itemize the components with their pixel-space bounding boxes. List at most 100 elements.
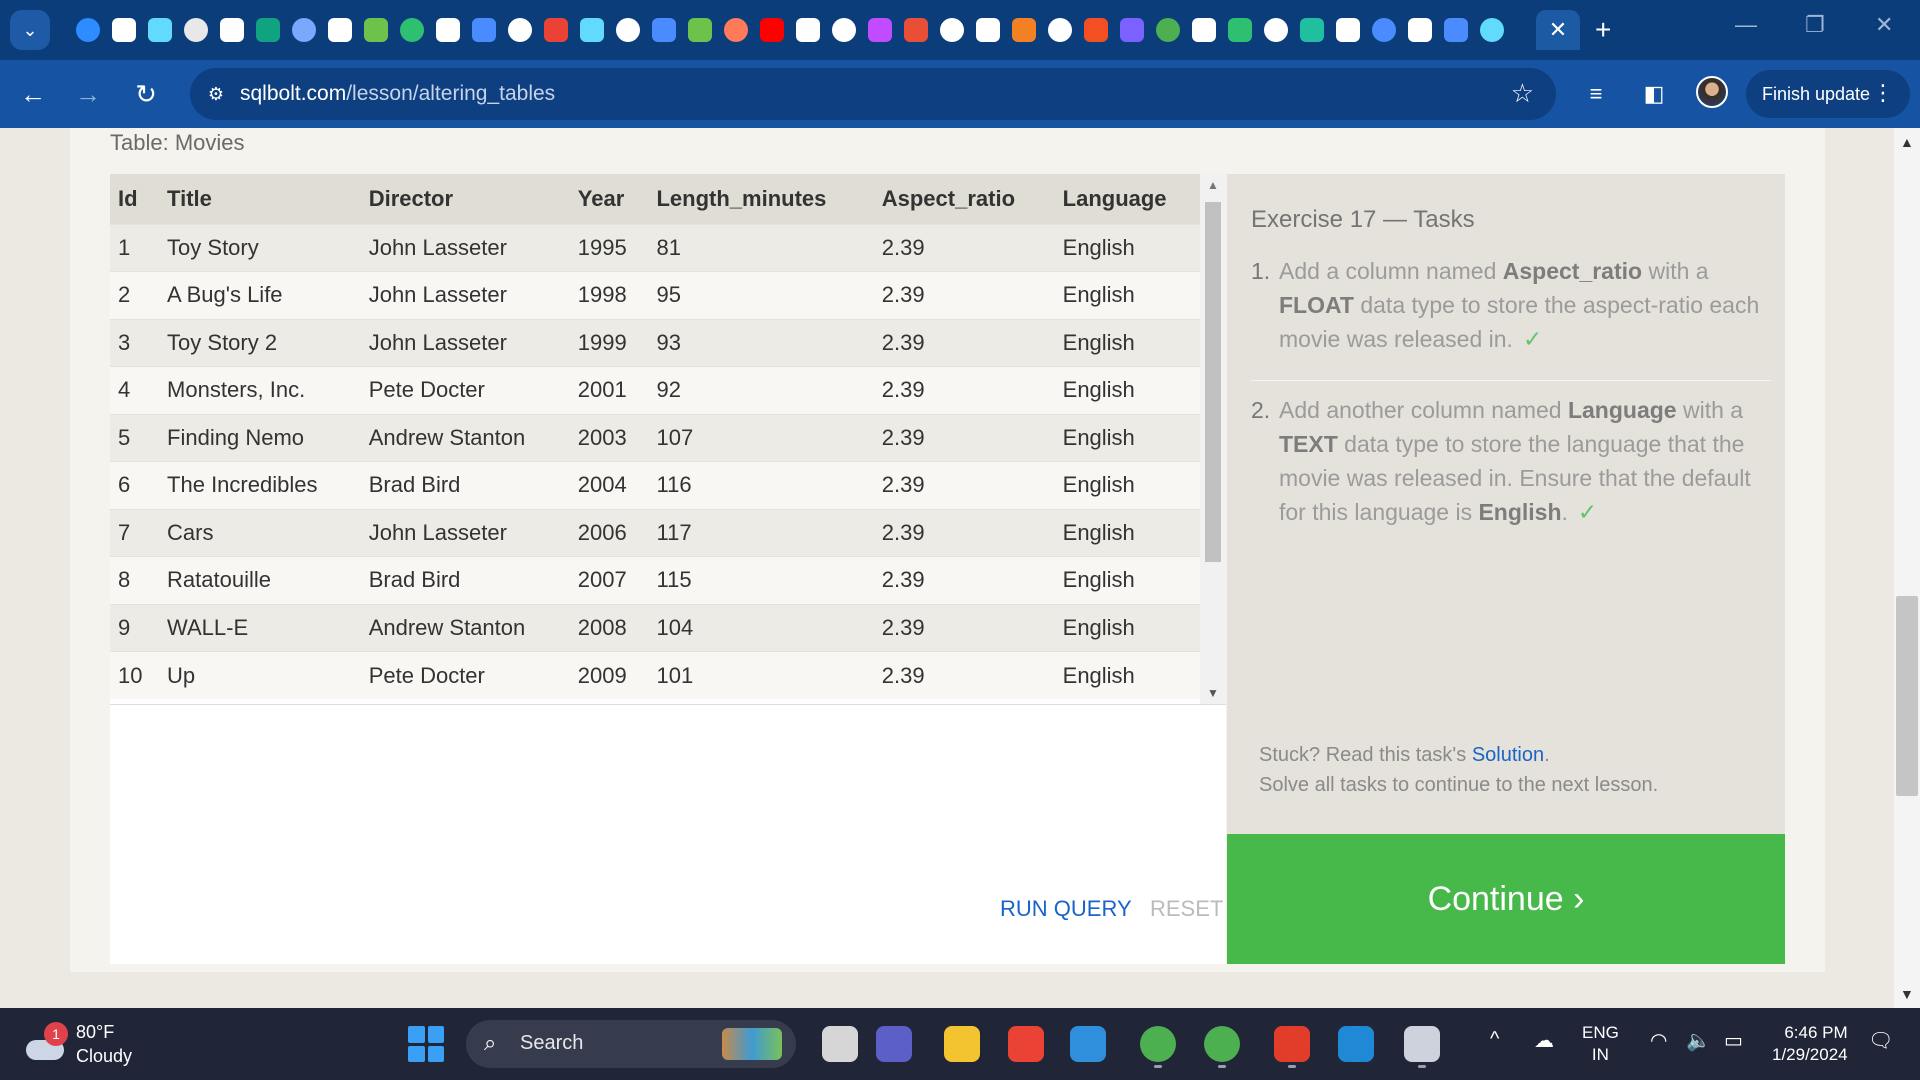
taskbar-app-icon[interactable] (1136, 1022, 1180, 1068)
results-table-container[interactable]: Id Title Director Year Length_minutes Aspect_… (110, 174, 1226, 704)
back-icon[interactable]: ← (13, 74, 53, 114)
tab-favicon-icon (1264, 18, 1288, 42)
bookmark-star-icon[interactable]: ☆ (1511, 78, 1534, 109)
active-tab-close-button[interactable]: ✕ (1536, 10, 1580, 50)
address-bar[interactable]: ⚙ sqlbolt.com/lesson/altering_tables ☆ (190, 68, 1556, 120)
pinned-tab[interactable] (250, 14, 286, 46)
pinned-tab[interactable] (934, 14, 970, 46)
taskbar-app-icon[interactable] (1200, 1022, 1244, 1068)
tab-search-button[interactable]: ⌄ (10, 10, 50, 50)
pinned-tab[interactable] (1474, 14, 1510, 46)
reset-button[interactable]: RESET (1150, 896, 1223, 922)
taskbar-app-icon[interactable] (1270, 1022, 1314, 1068)
pinned-tab[interactable] (1438, 14, 1474, 46)
forward-icon[interactable]: → (68, 74, 108, 114)
pinned-tab[interactable] (1402, 14, 1438, 46)
table-header-row: Id Title Director Year Length_minutes Aspect_… (110, 174, 1200, 224)
pinned-tab[interactable] (898, 14, 934, 46)
new-tab-button[interactable]: + (1595, 14, 1611, 46)
battery-icon[interactable]: ▭ (1724, 1028, 1743, 1053)
pinned-tab[interactable] (286, 14, 322, 46)
pinned-tab[interactable] (1258, 14, 1294, 46)
taskbar-app-icon[interactable] (1066, 1022, 1110, 1066)
pinned-tab[interactable] (538, 14, 574, 46)
pinned-tab[interactable] (430, 14, 466, 46)
site-settings-icon[interactable]: ⚙ (202, 80, 230, 108)
pinned-tab[interactable] (754, 14, 790, 46)
page-scrollbar-thumb[interactable] (1896, 596, 1918, 796)
pinned-tab[interactable] (106, 14, 142, 46)
table-scrollbar[interactable]: ▲ ▼ (1200, 174, 1226, 704)
pinned-tab[interactable] (214, 14, 250, 46)
weather-widget[interactable]: 1 80°F Cloudy (24, 1020, 132, 1068)
pinned-tab[interactable] (718, 14, 754, 46)
pinned-tab[interactable] (610, 14, 646, 46)
taskbar-app-icon[interactable] (940, 1022, 984, 1066)
pinned-tab[interactable] (394, 14, 430, 46)
page-scroll-up-icon[interactable]: ▲ (1900, 134, 1914, 150)
pinned-tab[interactable] (142, 14, 178, 46)
pinned-tab[interactable] (322, 14, 358, 46)
finish-update-button[interactable]: Finish update ⋮ (1746, 70, 1910, 118)
minimize-icon[interactable]: — (1735, 12, 1757, 38)
taskbar-search[interactable]: ⌕ Search (466, 1020, 796, 1068)
taskbar-app-icon[interactable] (1004, 1022, 1048, 1066)
pinned-tab[interactable] (1294, 14, 1330, 46)
windows-start-icon[interactable] (408, 1026, 444, 1062)
profile-avatar[interactable] (1696, 76, 1728, 108)
pinned-tab[interactable] (1042, 14, 1078, 46)
pinned-tab[interactable] (466, 14, 502, 46)
taskbar-app-icon[interactable] (1400, 1022, 1444, 1068)
scroll-up-arrow-icon[interactable]: ▲ (1207, 178, 1219, 192)
run-query-button[interactable]: RUN QUERY (1000, 896, 1132, 922)
pinned-tab[interactable] (178, 14, 214, 46)
table-cell: Up (159, 651, 361, 699)
pinned-tab[interactable] (1366, 14, 1402, 46)
page-scrollbar[interactable]: ▲ ▼ (1894, 128, 1920, 1008)
pinned-tab[interactable] (1006, 14, 1042, 46)
pinned-tab[interactable] (826, 14, 862, 46)
pinned-tab[interactable] (70, 14, 106, 46)
restore-icon[interactable]: ❐ (1805, 12, 1825, 38)
window-close-icon[interactable]: ✕ (1875, 12, 1893, 38)
reload-icon[interactable]: ↻ (126, 74, 166, 114)
tab-favicon-icon (328, 18, 352, 42)
pinned-tab[interactable] (1222, 14, 1258, 46)
reading-list-icon[interactable]: ≡ (1576, 74, 1616, 114)
pinned-tab[interactable] (1078, 14, 1114, 46)
pinned-tab[interactable] (358, 14, 394, 46)
clock[interactable]: 6:46 PM 1/29/2024 (1772, 1022, 1848, 1066)
pinned-tab[interactable] (862, 14, 898, 46)
taskbar-app-icon[interactable] (818, 1022, 862, 1066)
pinned-tab[interactable] (1330, 14, 1366, 46)
side-panel-icon[interactable]: ◧ (1634, 74, 1674, 114)
checkmark-icon: ✓ (1577, 499, 1598, 525)
wifi-icon[interactable]: ◠ (1650, 1028, 1667, 1053)
scroll-down-arrow-icon[interactable]: ▼ (1207, 686, 1219, 700)
show-hidden-icons-icon[interactable]: ^ (1490, 1028, 1499, 1051)
onedrive-icon[interactable]: ☁ (1534, 1028, 1554, 1053)
page-viewport: Table: Movies Id Title Director Year Length_… (0, 128, 1920, 1008)
app-glyph-icon (1070, 1026, 1106, 1062)
page-scroll-down-icon[interactable]: ▼ (1900, 986, 1914, 1002)
pinned-tab[interactable] (1150, 14, 1186, 46)
language-indicator[interactable]: ENG IN (1582, 1022, 1619, 1066)
pinned-tab[interactable] (646, 14, 682, 46)
pinned-tab[interactable] (574, 14, 610, 46)
continue-button[interactable]: Continue › (1227, 834, 1785, 964)
pinned-tab[interactable] (502, 14, 538, 46)
table-scrollbar-thumb[interactable] (1205, 202, 1221, 562)
task-number: 2. (1251, 397, 1271, 423)
pinned-tab[interactable] (790, 14, 826, 46)
notifications-icon[interactable]: 🗨 (1868, 1028, 1893, 1053)
pinned-tab[interactable] (970, 14, 1006, 46)
url-text[interactable]: sqlbolt.com/lesson/altering_tables (240, 82, 555, 106)
volume-icon[interactable]: 🔈 (1686, 1028, 1711, 1053)
pinned-tab[interactable] (1114, 14, 1150, 46)
taskbar-app-icon[interactable] (1334, 1022, 1378, 1066)
taskbar-app-icon[interactable] (872, 1022, 916, 1066)
solution-link[interactable]: Solution (1472, 744, 1544, 766)
query-editor[interactable] (110, 704, 1226, 964)
pinned-tab[interactable] (682, 14, 718, 46)
pinned-tab[interactable] (1186, 14, 1222, 46)
